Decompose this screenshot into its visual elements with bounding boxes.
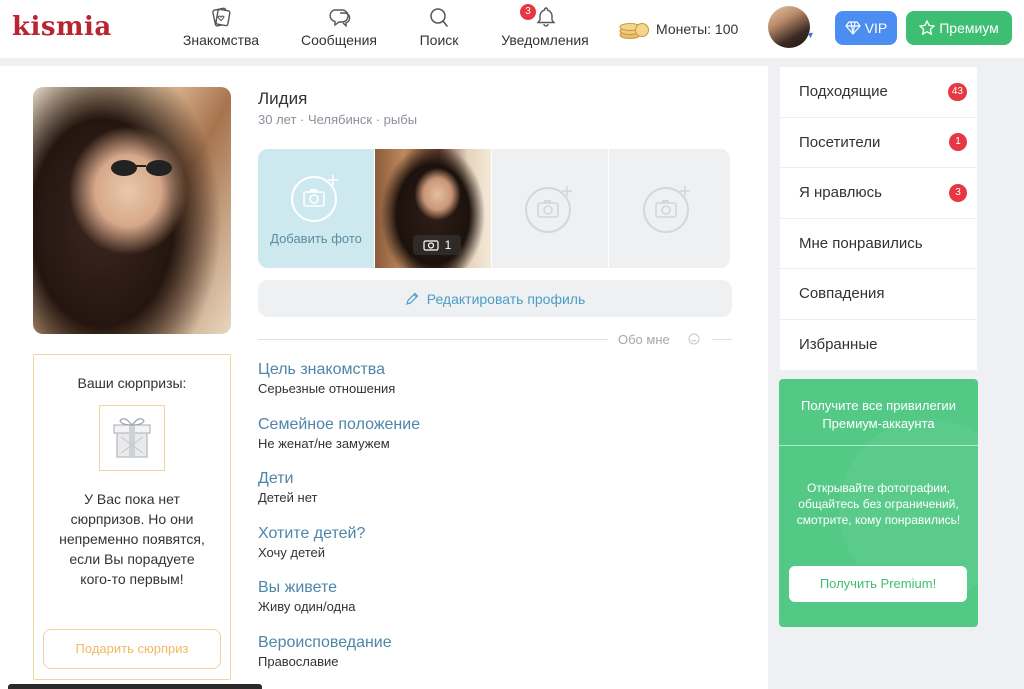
count-badge: 43 — [947, 82, 967, 101]
vip-label: VIP — [864, 20, 888, 36]
sidebar-item-liked-me[interactable]: Я нравлюсь 3 — [780, 168, 977, 219]
coins-label: Монеты: 100 — [656, 21, 739, 37]
field-title[interactable]: Вы живете — [258, 578, 420, 598]
get-premium-button[interactable]: Получить Premium! — [789, 566, 967, 602]
nav-messages[interactable]: Сообщения — [296, 6, 382, 48]
about-me-label: Обо мне — [618, 332, 670, 347]
nav-dating-label: Знакомства — [182, 32, 260, 48]
sunglasses-shape — [111, 160, 172, 176]
coins-icon — [619, 23, 649, 39]
sidebar-item-label: Я нравлюсь — [799, 184, 882, 202]
coins-balance[interactable]: Монеты: 100 — [618, 16, 738, 42]
user-avatar[interactable] — [768, 6, 810, 48]
nav-notifications[interactable]: 3 Уведомления — [496, 4, 594, 48]
add-photo-button[interactable]: Добавить фото — [258, 149, 375, 268]
promo-text: Открывайте фотографии, общайтесь без огр… — [796, 481, 961, 527]
sidebar-item-favorites[interactable]: Избранные — [780, 320, 977, 371]
nav-search-label: Поиск — [419, 32, 459, 48]
profile-meta: 30 лет · Челябинск · рыбы — [258, 112, 418, 127]
nav-notifications-label: Уведомления — [501, 32, 589, 48]
camera-add-icon — [525, 185, 572, 233]
field-want-children: Хотите детей? Хочу детей — [258, 524, 420, 579]
sidebar-item-label: Мне понравились — [799, 234, 923, 252]
diamond-icon — [844, 21, 861, 35]
field-religion: Вероисповедание Православие — [258, 633, 420, 688]
field-value: Живу один/одна — [258, 599, 356, 614]
sidebar-item-label: Избранные — [799, 336, 878, 354]
sidebar-item-i-liked[interactable]: Мне понравились — [780, 219, 977, 269]
profile-fields: Цель знакомства Серьезные отношения Семе… — [258, 360, 420, 687]
field-value: Не женат/не замужем — [258, 435, 390, 451]
gift-icon — [113, 418, 151, 458]
sidebar-item-label: Подходящие — [799, 83, 888, 101]
premium-label: Премиум — [939, 20, 999, 36]
field-title[interactable]: Дети — [258, 469, 420, 489]
field-value: Серьезные отношения — [258, 381, 396, 396]
premium-button[interactable]: Премиум — [906, 11, 1012, 45]
promo-title: Получите все привилегии Премиум-аккаунта — [801, 398, 956, 431]
photo-count: 1 — [444, 238, 452, 252]
count-badge: 1 — [949, 133, 967, 152]
gift-box — [99, 405, 165, 471]
field-title[interactable]: Вероисповедание — [258, 633, 420, 653]
field-value: Хочу детей — [258, 544, 326, 560]
vip-button[interactable]: VIP — [835, 11, 897, 45]
divider — [258, 339, 608, 340]
smiley-icon — [688, 333, 700, 345]
chat-icon — [329, 9, 351, 28]
pencil-icon — [405, 292, 419, 305]
surprises-text: У Вас пока нет сюрпризов. Но они непреме… — [59, 491, 205, 587]
divider — [712, 339, 732, 340]
camera-add-icon — [291, 174, 338, 222]
field-title[interactable]: Семейное положение — [258, 415, 420, 435]
gallery-photo[interactable]: 1 — [375, 149, 492, 268]
field-children: Дети Детей нет — [258, 469, 420, 524]
count-badge: 3 — [949, 183, 967, 202]
kismia-logo[interactable]: kismia — [12, 12, 112, 42]
search-icon — [430, 8, 448, 27]
divider — [779, 445, 978, 446]
give-surprise-button[interactable]: Подарить сюрприз — [43, 629, 221, 669]
camera-add-icon — [642, 185, 690, 233]
cards-icon — [212, 7, 231, 27]
sidebar-item-visitors[interactable]: Посетители 1 — [780, 118, 977, 168]
bottom-scrollbar[interactable] — [8, 684, 262, 689]
nav-messages-label: Сообщения — [301, 32, 377, 48]
edit-profile-button[interactable]: Редактировать профиль — [258, 280, 732, 317]
field-title[interactable]: Хотите детей? — [258, 524, 420, 544]
premium-promo-card: Получите все привилегии Премиум-аккаунта… — [779, 379, 978, 627]
photo-count-badge: 1 — [413, 235, 461, 255]
chevron-down-icon[interactable]: ▼ — [806, 30, 815, 40]
nav-search[interactable]: Поиск — [410, 6, 468, 48]
camera-icon — [423, 240, 439, 251]
surprises-title: Ваши сюрпризы: — [77, 375, 187, 391]
top-header: kismia Знакомства Сообщения Поиск 3 Увед… — [0, 0, 1024, 58]
field-dating-goal: Цель знакомства Серьезные отношения — [258, 360, 420, 415]
empty-photo-slot[interactable] — [492, 149, 609, 268]
sidebar-item-label: Совпадения — [799, 285, 885, 303]
add-photo-label: Добавить фото — [270, 231, 362, 246]
edit-profile-label: Редактировать профиль — [426, 290, 586, 307]
field-marital-status: Семейное положение Не женат/не замужем — [258, 415, 420, 470]
field-living: Вы живете Живу один/одна — [258, 578, 420, 633]
notification-badge: 3 — [520, 4, 536, 20]
sidebar-item-matching[interactable]: Подходящие 43 — [780, 67, 977, 118]
field-value: Православие — [258, 653, 339, 669]
sidebar-item-matches[interactable]: Совпадения — [780, 269, 977, 320]
profile-panel: Ваши сюрпризы: У Вас пока нет сюрпризов.… — [0, 66, 768, 689]
sidebar-item-label: Посетители — [799, 133, 881, 151]
field-title[interactable]: Цель знакомства — [258, 360, 420, 380]
surprises-box: Ваши сюрпризы: У Вас пока нет сюрпризов.… — [33, 354, 231, 680]
empty-photo-slot[interactable] — [609, 149, 726, 268]
sidebar-menu: Подходящие 43 Посетители 1 Я нравлюсь 3 … — [780, 67, 977, 370]
star-icon — [919, 20, 936, 36]
photo-gallery: Добавить фото 1 — [258, 149, 730, 268]
profile-name: Лидия — [258, 89, 308, 108]
nav-dating[interactable]: Знакомства — [178, 6, 264, 48]
profile-main-photo[interactable] — [33, 87, 231, 334]
field-value: Детей нет — [258, 490, 318, 505]
bell-icon — [536, 7, 556, 27]
